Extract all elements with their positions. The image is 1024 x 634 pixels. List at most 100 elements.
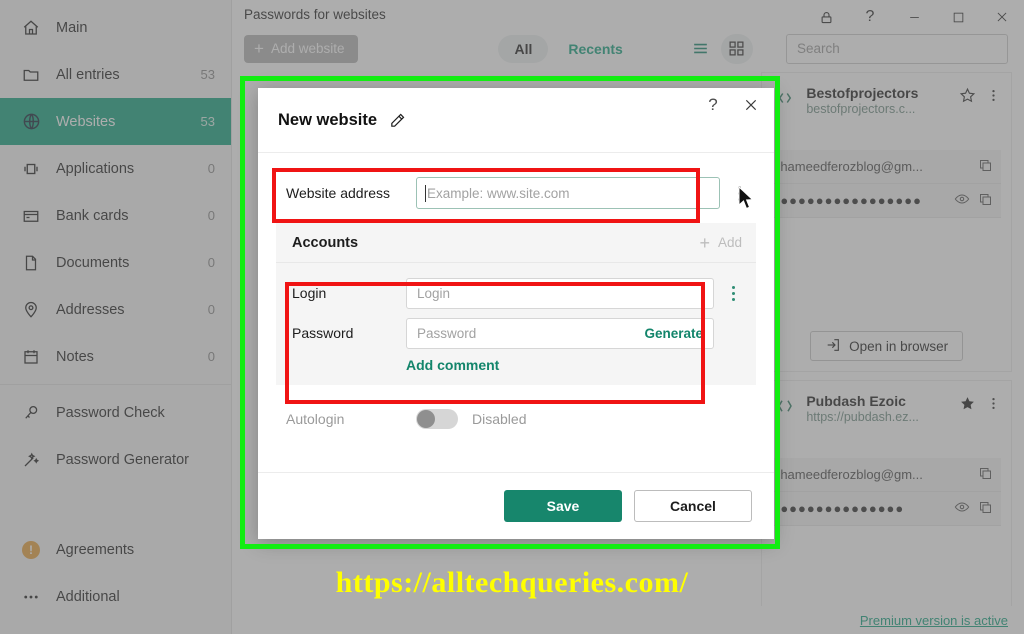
sidebar-divider <box>0 384 231 385</box>
card-password-value: ●●●●●●●●●●●●●●●● <box>780 193 922 209</box>
sidebar-item-applications[interactable]: Applications 0 <box>0 145 231 192</box>
copy-icon[interactable] <box>978 466 993 484</box>
sidebar-item-all-entries[interactable]: All entries 53 <box>0 51 231 98</box>
favorite-star-icon[interactable] <box>959 395 976 417</box>
card-login-row: hameedferozblog@gm... <box>772 150 1001 185</box>
window-titlebar: Passwords for websites ? <box>232 0 1024 30</box>
dialog-header-buttons: ? <box>702 94 762 116</box>
sidebar-item-label: Applications <box>56 160 135 177</box>
card-menu-icon[interactable] <box>986 396 1001 416</box>
plus-icon: + <box>254 39 264 59</box>
add-account-button[interactable]: + Add <box>699 234 742 252</box>
card-url: https://pubdash.ez... <box>806 410 919 425</box>
login-row: Login Login <box>292 273 742 313</box>
card-actions <box>959 85 1001 109</box>
entry-card-pubdash-ezoic[interactable]: Pubdash Ezoic https://pubdash.ez... hame… <box>761 380 1012 607</box>
generate-password-button[interactable]: Generate <box>644 326 703 341</box>
plus-icon: + <box>699 232 710 253</box>
entry-card-bestofprojectors[interactable]: Bestofprojectors bestofprojectors.c... h… <box>761 72 1012 373</box>
sidebar-item-label: Websites <box>56 113 116 130</box>
favicon-icon <box>772 393 798 419</box>
login-input[interactable]: Login <box>406 277 714 309</box>
copy-icon[interactable] <box>978 192 993 210</box>
autologin-toggle[interactable] <box>416 409 458 429</box>
add-website-button[interactable]: + Add website <box>244 34 359 63</box>
accounts-body: Login Login Password Password Generate A… <box>276 263 756 385</box>
sidebar-item-count: 0 <box>207 255 215 270</box>
password-row: Password Password Generate <box>292 313 742 353</box>
password-input[interactable]: Password Generate <box>406 317 714 349</box>
sidebar-item-count: 53 <box>200 67 215 82</box>
autologin-state: Disabled <box>472 411 527 427</box>
sidebar-item-bank-cards[interactable]: Bank cards 0 <box>0 192 231 239</box>
close-icon[interactable] <box>740 94 762 116</box>
autologin-label: Autologin <box>286 411 345 427</box>
sidebar-item-addresses[interactable]: Addresses 0 <box>0 286 231 333</box>
folder-icon <box>20 64 42 86</box>
favorite-star-icon[interactable] <box>959 87 976 109</box>
tab-recents[interactable]: Recents <box>552 35 638 63</box>
copy-icon[interactable] <box>978 500 993 518</box>
password-label: Password <box>292 325 354 341</box>
add-website-label: Add website <box>270 41 345 57</box>
sidebar-item-documents[interactable]: Documents 0 <box>0 239 231 286</box>
card-menu-icon[interactable] <box>986 88 1001 108</box>
new-website-dialog: New website ? Website address Example: w… <box>258 88 774 539</box>
sidebar-item-label: Additional <box>56 588 120 605</box>
card-icon <box>20 205 42 227</box>
sidebar-item-password-check[interactable]: Password Check <box>0 389 231 436</box>
add-comment-link[interactable]: Add comment <box>406 357 742 373</box>
pencil-icon[interactable] <box>389 112 406 129</box>
sidebar-item-main[interactable]: Main <box>0 4 231 51</box>
website-address-input[interactable]: Example: www.site.com <box>416 177 720 209</box>
toggle-knob <box>417 410 435 428</box>
open-in-browser-button[interactable]: Open in browser <box>810 331 964 362</box>
sidebar-item-websites[interactable]: Websites 53 <box>0 98 231 145</box>
eye-icon[interactable] <box>954 499 970 518</box>
sidebar-item-notes[interactable]: Notes 0 <box>0 333 231 380</box>
toolbar: + Add website All Recents Search <box>232 30 1024 68</box>
wand-icon <box>20 449 42 471</box>
card-password-row: ●●●●●●●●●●●●●●●● <box>772 184 1001 219</box>
help-icon[interactable]: ? <box>702 94 724 116</box>
sidebar-item-additional[interactable]: Additional <box>0 573 231 620</box>
sidebar-item-agreements[interactable]: ! Agreements <box>0 526 231 573</box>
website-address-label: Website address <box>286 185 391 201</box>
copy-icon[interactable] <box>978 158 993 176</box>
tab-all[interactable]: All <box>498 34 549 63</box>
card-password-row: ●●●●●●●●●●●●●● <box>772 492 1001 527</box>
sidebar-item-count: 53 <box>200 114 215 129</box>
website-address-menu-icon[interactable] <box>730 185 748 201</box>
sidebar-item-label: Addresses <box>56 301 125 318</box>
sidebar-item-count: 0 <box>207 161 215 176</box>
accounts-header: Accounts + Add <box>276 223 756 263</box>
autologin-row: Autologin Disabled <box>276 391 756 447</box>
eye-icon[interactable] <box>954 191 970 210</box>
view-mode-buttons <box>685 33 753 64</box>
card-titles: Pubdash Ezoic https://pubdash.ez... <box>806 393 951 424</box>
login-placeholder: Login <box>417 285 451 301</box>
sidebar-item-count: 0 <box>207 349 215 364</box>
home-icon <box>20 17 42 39</box>
dialog-footer: Save Cancel <box>258 472 774 539</box>
cancel-button[interactable]: Cancel <box>634 490 752 522</box>
search-input[interactable]: Search <box>786 33 1008 64</box>
card-fields: hameedferozblog@gm... ●●●●●●●●●●●●●● <box>772 458 1001 527</box>
sidebar-item-password-generator[interactable]: Password Generator <box>0 436 231 483</box>
filter-tabs: All Recents <box>498 34 638 63</box>
globe-icon <box>20 111 42 133</box>
card-header: Bestofprojectors bestofprojectors.c... <box>772 85 1001 116</box>
list-view-icon[interactable] <box>685 34 717 64</box>
premium-status-link[interactable]: Premium version is active <box>860 613 1008 628</box>
application-window: Main All entries 53 Websites 53 Applicat… <box>0 0 1024 634</box>
document-icon <box>20 252 42 274</box>
save-button[interactable]: Save <box>504 490 622 522</box>
password-placeholder: Password <box>417 325 477 341</box>
account-menu-icon[interactable] <box>724 285 742 301</box>
sidebar-item-label: Bank cards <box>56 207 129 224</box>
text-caret <box>425 184 426 202</box>
grid-view-icon[interactable] <box>720 33 753 64</box>
sidebar-item-label: Agreements <box>56 541 135 558</box>
ellipsis-icon <box>20 586 42 608</box>
card-login-row: hameedferozblog@gm... <box>772 458 1001 493</box>
